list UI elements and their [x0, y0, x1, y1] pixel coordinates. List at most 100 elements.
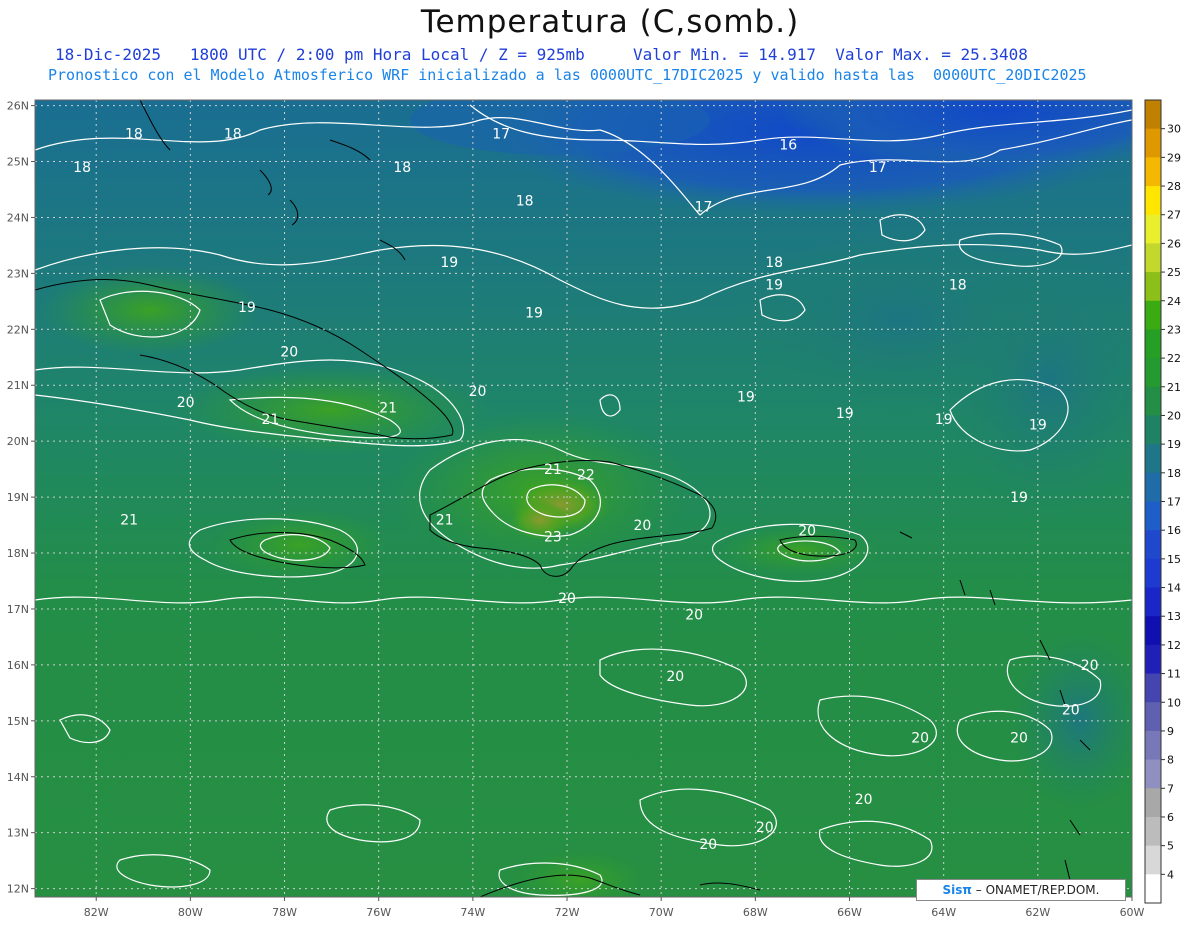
colorbar-level-label: 16	[1167, 524, 1181, 537]
latitude-label: 25N	[7, 156, 29, 169]
contour-label: 16	[779, 138, 797, 154]
latitude-label: 18N	[7, 547, 29, 560]
colorbar-swatch	[1145, 845, 1161, 875]
colorbar-swatch	[1145, 272, 1161, 302]
colorbar-level-label: 4	[1167, 868, 1174, 881]
temperature-colorbar: 30 29 28 27 26 25 24 23 22 21 20 19 18 17 16 15 14 13 12 11…	[1144, 99, 1181, 904]
colorbar-swatch	[1145, 386, 1161, 416]
colorbar-swatch	[1145, 243, 1161, 273]
colorbar-swatch	[1145, 329, 1161, 359]
colorbar-level-label: 9	[1167, 725, 1174, 738]
colorbar-swatch	[1145, 816, 1161, 847]
longitude-label: 68W	[743, 906, 768, 919]
colorbar-swatch	[1145, 501, 1161, 531]
contour-label: 18	[516, 194, 534, 210]
colorbar-swatch	[1145, 587, 1161, 617]
longitude-label: 78W	[272, 906, 297, 919]
colorbar-swatch	[1145, 300, 1161, 330]
contour-label: 17	[869, 160, 887, 176]
contour-label: 17	[695, 199, 713, 215]
contour-label: 21	[436, 512, 454, 528]
weather-map: 82W 80W 78W 76W 74W 72W 70W 68W 66W 64W 62W 60W 26N…	[7, 99, 1181, 919]
contour-label: 20	[666, 669, 684, 685]
colorbar-level-label: 18	[1167, 467, 1181, 480]
colorbar-swatch	[1145, 530, 1161, 560]
contour-label: 20	[798, 524, 816, 540]
longitude-label: 80W	[178, 906, 203, 919]
colorbar-level-label: 17	[1167, 496, 1181, 509]
colorbar-level-label: 28	[1167, 180, 1181, 193]
longitude-label: 64W	[931, 906, 956, 919]
contour-label: 20	[911, 731, 929, 747]
longitude-label: 76W	[366, 906, 391, 919]
contour-label: 20	[756, 820, 774, 836]
colorbar-swatch	[1145, 157, 1161, 187]
colorbar-level-label: 26	[1167, 237, 1181, 250]
contour-label: 18	[765, 255, 783, 271]
latitude-label: 16N	[7, 659, 29, 672]
colorbar-level-label: 12	[1167, 639, 1181, 652]
credit-text: – ONAMET/REP.DOM.	[975, 883, 1100, 897]
latitude-label: 15N	[7, 715, 29, 728]
contour-label: 18	[73, 160, 91, 176]
colorbar-swatch	[1145, 472, 1161, 502]
longitude-label: 82W	[84, 906, 109, 919]
colorbar-level-label: 14	[1167, 582, 1181, 595]
colorbar-swatch	[1145, 444, 1161, 474]
colorbar-swatch	[1145, 128, 1161, 158]
longitude-label: 74W	[460, 906, 485, 919]
contour-label: 20	[855, 792, 873, 808]
contour-label: 20	[633, 518, 651, 534]
contour-label: 20	[685, 608, 703, 624]
colorbar-level-label: 29	[1167, 151, 1181, 164]
temperature-field	[35, 100, 1132, 897]
contour-label: 19	[836, 406, 854, 422]
colorbar-level-label: 11	[1167, 668, 1181, 681]
contour-label: 20	[1081, 658, 1099, 674]
colorbar-swatch	[1145, 759, 1161, 789]
contour-label: 19	[440, 255, 458, 271]
colorbar-level-label: 27	[1167, 209, 1181, 222]
longitude-label: 72W	[555, 906, 580, 919]
colorbar-swatch	[1145, 415, 1161, 445]
colorbar-level-label: 20	[1167, 409, 1181, 422]
colorbar-level-label: 24	[1167, 295, 1181, 308]
colorbar-level-label: 8	[1167, 754, 1174, 767]
colorbar-level-label: 15	[1167, 553, 1181, 566]
contour-label: 21	[544, 462, 562, 478]
contour-label: 19	[525, 306, 543, 322]
colorbar-level-label: 23	[1167, 323, 1181, 336]
colorbar-level-label: 13	[1167, 610, 1181, 623]
contour-label: 20	[177, 395, 195, 411]
colorbar-level-label: 30	[1167, 123, 1181, 136]
latitude-label: 14N	[7, 771, 29, 784]
colorbar-level-label: 5	[1167, 840, 1174, 853]
colorbar-swatch	[1145, 874, 1161, 904]
sispi-logo: Sisπ	[942, 883, 972, 897]
latitude-label: 23N	[7, 267, 29, 280]
contour-label: 19	[765, 278, 783, 294]
longitude-label: 66W	[837, 906, 862, 919]
latitude-label: 20N	[7, 435, 29, 448]
colorbar-level-label: 25	[1167, 266, 1181, 279]
contour-label: 20	[558, 591, 576, 607]
colorbar-swatch	[1145, 673, 1161, 703]
contour-label: 18	[224, 127, 242, 143]
colorbar-swatch	[1145, 100, 1161, 130]
colorbar-swatch	[1145, 788, 1161, 818]
latitude-label: 22N	[7, 323, 29, 336]
colorbar-swatch	[1145, 558, 1161, 589]
colorbar-level-label: 10	[1167, 696, 1181, 709]
contour-label: 23	[544, 529, 562, 545]
longitude-label: 60W	[1120, 906, 1145, 919]
contour-label: 20	[280, 345, 298, 361]
longitude-label: 62W	[1025, 906, 1050, 919]
colorbar-swatch	[1145, 616, 1161, 646]
latitude-label: 17N	[7, 603, 29, 616]
credit-box: Sisπ – ONAMET/REP.DOM.	[916, 879, 1126, 901]
contour-label: 22	[577, 468, 595, 484]
contour-label: 19	[238, 300, 256, 316]
colorbar-swatch	[1145, 702, 1161, 732]
contour-label: 19	[1010, 490, 1028, 506]
latitude-label: 19N	[7, 491, 29, 504]
